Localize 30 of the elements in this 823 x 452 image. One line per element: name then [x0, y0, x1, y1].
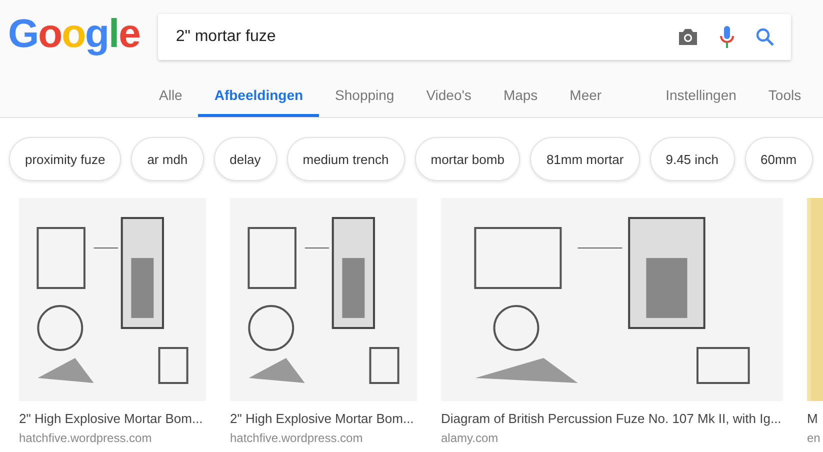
result-title[interactable]: Diagram of British Percussion Fuze No. 107 Mk II, with Ig...: [441, 411, 783, 426]
search-bar[interactable]: 2" mortar fuze: [158, 14, 791, 60]
related-search-chip[interactable]: 9.45 inch: [650, 137, 734, 181]
result-source: en: [807, 431, 822, 445]
search-field[interactable]: 2" mortar fuze: [174, 27, 657, 47]
result-source: hatchfive.wordpress.com: [19, 431, 153, 445]
microphone-icon[interactable]: [718, 25, 735, 49]
nav-tab[interactable]: Instellingen: [650, 77, 752, 117]
result-source: alamy.com: [441, 431, 500, 445]
related-search-chip[interactable]: 60mm: [744, 137, 813, 181]
related-search-chip[interactable]: delay: [214, 137, 277, 181]
result-source: hatchfive.wordpress.com: [230, 431, 364, 445]
camera-icon[interactable]: [676, 28, 699, 46]
search-icon[interactable]: [754, 27, 775, 47]
related-search-chip[interactable]: ar mdh: [131, 137, 204, 181]
related-search-chip[interactable]: medium trench: [286, 137, 405, 181]
related-search-chip[interactable]: 81mm mortar: [530, 137, 640, 181]
result-title[interactable]: 2" High Explosive Mortar Bom...: [230, 411, 417, 426]
result-title[interactable]: M: [807, 411, 823, 426]
google-logo[interactable]: Google: [8, 14, 140, 60]
nav-tab[interactable]: Afbeeldingen: [198, 77, 320, 117]
nav-tab[interactable]: Alle: [143, 77, 198, 117]
nav-tab[interactable]: Tools: [752, 77, 818, 117]
result-title[interactable]: 2" High Explosive Mortar Bom...: [19, 411, 206, 426]
nav-tab[interactable]: Video's: [410, 77, 488, 117]
nav-tab[interactable]: Maps: [487, 77, 554, 117]
related-search-chip[interactable]: mortar bomb: [414, 137, 520, 181]
related-search-chip[interactable]: proximity fuze: [9, 137, 122, 181]
nav-tab[interactable]: Meer: [554, 77, 618, 117]
nav-tab[interactable]: Shopping: [319, 77, 410, 117]
